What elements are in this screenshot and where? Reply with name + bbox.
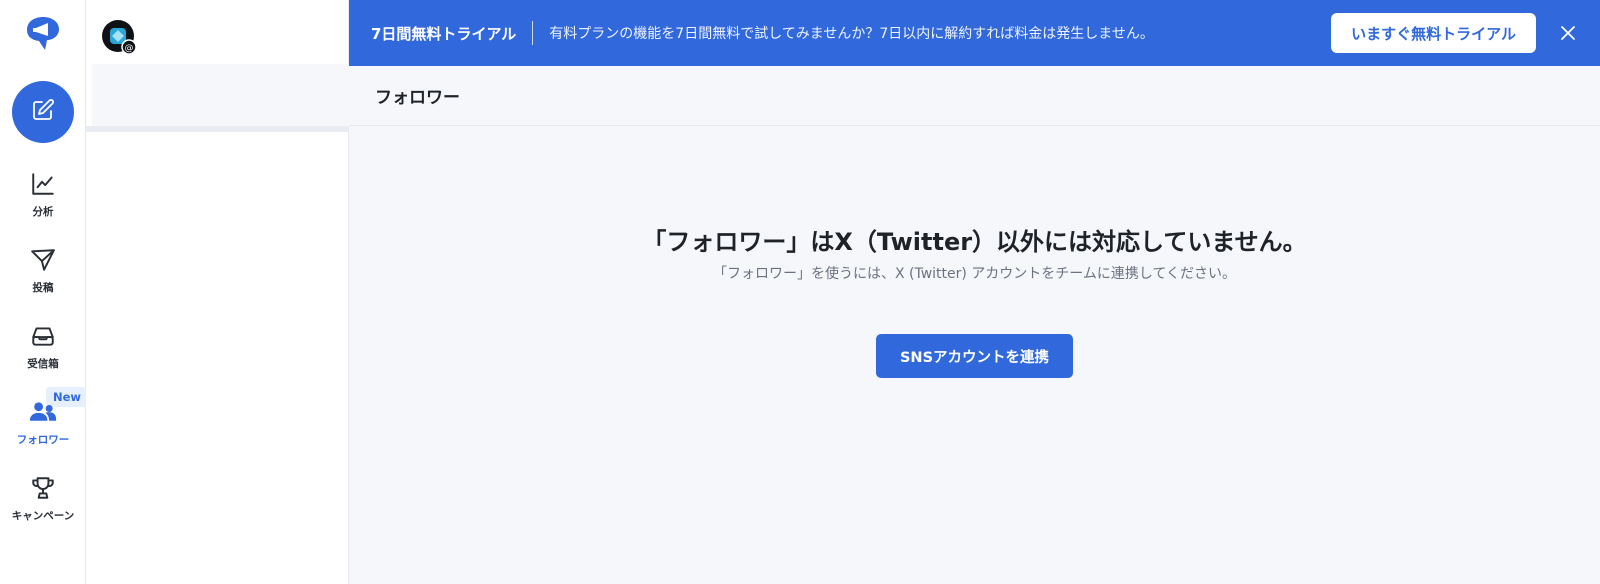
main-content: 「フォロワー」はX（Twitter）以外には対応していません。 「フォロワー」を… xyxy=(349,126,1600,584)
unsupported-message-subtitle: 「フォロワー」を使うには、X (Twitter) アカウントをチームに連携してく… xyxy=(712,266,1237,282)
banner-divider xyxy=(532,21,534,45)
svg-text:@: @ xyxy=(125,44,134,54)
banner-title: 7日間無料トライアル xyxy=(371,24,517,43)
account-panel xyxy=(92,64,349,126)
page-title: フォロワー xyxy=(375,88,460,108)
trial-banner: 7日間無料トライアル 有料プランの機能を7日間無料で試してみませんか？7日以内に… xyxy=(349,0,1600,66)
page-header: フォロワー xyxy=(349,66,1600,126)
compose-button[interactable] xyxy=(12,81,74,143)
nav-item-posts[interactable]: 投稿 xyxy=(0,246,86,310)
account-divider xyxy=(86,126,349,132)
nav-item-analytics[interactable]: 分析 xyxy=(0,170,86,234)
nav-label-analytics: 分析 xyxy=(32,206,54,218)
banner-text: 有料プランの機能を7日間無料で試してみませんか？7日以内に解約すれば料金は発生し… xyxy=(549,26,1154,42)
nav-item-followers[interactable]: フォロワー xyxy=(0,398,86,462)
left-rail: 分析 投稿 受信箱 New フォロワー キャンペーン xyxy=(0,0,89,584)
users-icon xyxy=(29,398,57,426)
nav-label-inbox: 受信箱 xyxy=(27,358,59,370)
inbox-icon xyxy=(29,322,57,350)
compose-pencil-icon xyxy=(31,98,55,126)
unsupported-message-title: 「フォロワー」はX（Twitter）以外には対応していません。 xyxy=(642,228,1307,256)
nav-label-followers: フォロワー xyxy=(16,434,70,446)
paper-plane-icon xyxy=(29,246,57,274)
megaphone-logo-icon[interactable] xyxy=(21,14,65,54)
close-icon[interactable] xyxy=(1556,21,1580,45)
trophy-icon xyxy=(29,474,57,502)
nav-label-campaigns: キャンペーン xyxy=(11,510,75,522)
nav-item-campaigns[interactable]: キャンペーン xyxy=(0,474,86,538)
threads-account-avatar-icon[interactable]: @ xyxy=(101,19,137,55)
account-column: @ xyxy=(86,0,349,584)
start-trial-button[interactable]: いますぐ無料トライアル xyxy=(1331,13,1536,53)
nav-label-posts: 投稿 xyxy=(32,282,54,294)
nav-item-inbox[interactable]: 受信箱 xyxy=(0,322,86,386)
connect-sns-account-button[interactable]: SNSアカウントを連携 xyxy=(876,334,1073,378)
chart-line-icon xyxy=(29,170,57,198)
